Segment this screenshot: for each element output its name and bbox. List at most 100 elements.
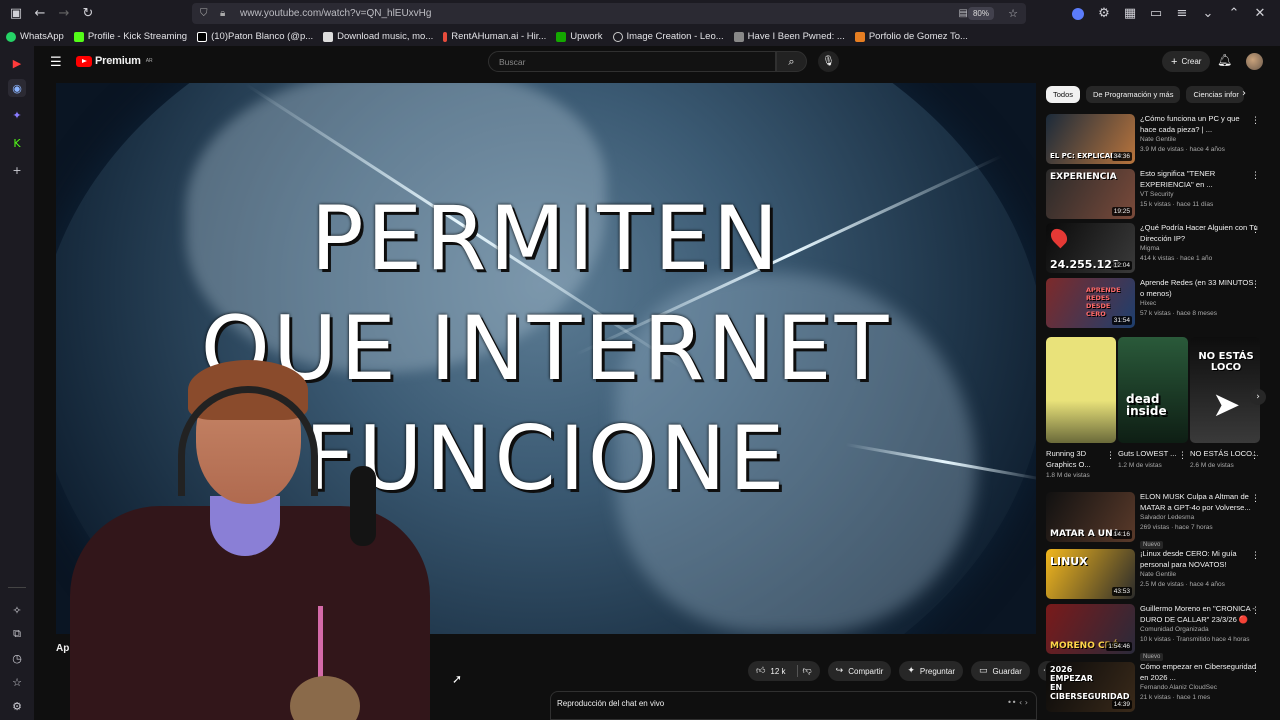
zoom-level[interactable]: 80% <box>967 7 994 20</box>
more-vert-icon[interactable]: ⋮ <box>1106 451 1115 461</box>
video-title[interactable]: Esto significa "TENER EXPERIENCIA" en ..… <box>1140 169 1258 190</box>
back-icon[interactable]: ← <box>28 2 52 26</box>
bookmark-item[interactable]: Download music, mo... <box>323 31 433 42</box>
video-title[interactable]: ¿Cómo funciona un PC y que hace cada pie… <box>1140 114 1258 135</box>
more-vert-icon[interactable]: ⋮ <box>1251 551 1260 561</box>
more-vert-icon[interactable]: ⋮ <box>1251 116 1260 126</box>
channel-name[interactable]: VT Security <box>1140 190 1258 200</box>
list-item[interactable]: MORENO CRÓ 1:54:46 Guillermo Moreno en "… <box>1046 604 1260 661</box>
screenshot-icon[interactable]: ▭ <box>1144 2 1168 26</box>
thumbnail-text: EXPERIENCIA <box>1050 172 1117 182</box>
more-vert-icon[interactable]: ⋮ <box>1251 280 1260 290</box>
bookmark-item[interactable]: Profile - Kick Streaming <box>73 31 187 42</box>
add-icon[interactable]: + <box>8 161 26 179</box>
video-thumbnail[interactable]: LINUX 43:53 <box>1046 549 1135 599</box>
chip-programming[interactable]: De Programación y más <box>1086 86 1181 103</box>
short-thumbnail[interactable]: dead inside <box>1118 337 1188 443</box>
list-item[interactable]: 24.255.128 12:04 ¿Qué Podría Hacer Algui… <box>1046 223 1260 275</box>
more-vert-icon[interactable]: ⋮ <box>1251 225 1260 235</box>
bookmark-item[interactable]: Upwork <box>556 31 603 42</box>
active-tab-icon[interactable]: ◉ <box>8 79 26 97</box>
lock-icon[interactable]: 🔒︎ <box>220 8 234 19</box>
more-vert-icon[interactable]: ⋮ <box>1251 494 1260 504</box>
extension-icon[interactable]: ✦ <box>8 106 26 124</box>
bookmark-item[interactable]: WhatsApp <box>6 31 64 42</box>
video-thumbnail[interactable]: MATAR A UNA 14:16 <box>1046 492 1135 542</box>
reload-icon[interactable]: ↻ <box>76 2 100 26</box>
hamburger-icon[interactable]: ☰ <box>50 55 62 70</box>
profile-icon[interactable] <box>1066 2 1090 26</box>
list-item[interactable]: 2026 EMPEZAR EN CIBERSEGURIDAD 14:39 Cóm… <box>1046 662 1260 714</box>
forward-icon[interactable]: → <box>52 2 76 26</box>
video-title[interactable]: ELON MUSK Culpa a Altman de MATAR a GPT-… <box>1140 492 1258 513</box>
share-button[interactable]: ↪ Compartir <box>827 661 892 681</box>
chevron-right-icon[interactable]: › <box>1242 88 1246 99</box>
video-title[interactable]: ¡Linux desde CERO: Mi guía personal para… <box>1140 549 1258 570</box>
video-thumbnail[interactable]: 2026 EMPEZAR EN CIBERSEGURIDAD 14:39 <box>1046 662 1135 712</box>
menu-icon[interactable]: ≡ <box>1170 2 1194 26</box>
chat-replay-panel[interactable]: Reproducción del chat en vivo •• ‹ › <box>550 691 1037 720</box>
kick-sidebar-icon[interactable]: K <box>8 134 26 152</box>
video-title[interactable]: ¿Qué Podría Hacer Alguien con Tu Direcci… <box>1140 223 1258 244</box>
video-title[interactable]: Aprende Redes (en 33 MINUTOS o menos) <box>1140 278 1258 299</box>
channel-name[interactable]: Salvador Ledesma <box>1140 513 1258 523</box>
bookmark-item[interactable]: Image Creation - Leo... <box>612 31 724 42</box>
shorts-next-icon[interactable]: › <box>1250 389 1266 405</box>
avatar[interactable] <box>1246 53 1263 70</box>
video-thumbnail[interactable]: 24.255.128 12:04 <box>1046 223 1135 273</box>
save-icon: ▭ <box>979 666 988 676</box>
minimize-icon[interactable]: ⌄ <box>1196 2 1220 26</box>
youtube-icon[interactable]: ▶ <box>8 54 26 72</box>
video-thumbnail[interactable]: APRENDE REDES DESDE CERO 31:54 <box>1046 278 1135 328</box>
chip-science[interactable]: Ciencias infor <box>1186 86 1245 103</box>
list-item[interactable]: EL PC: EXPLICADO 34:36 ¿Cómo funciona un… <box>1046 114 1260 166</box>
more-vert-icon[interactable]: ⋮ <box>1250 451 1259 461</box>
maximize-icon[interactable]: ⌃ <box>1222 2 1246 26</box>
search-input[interactable]: Buscar <box>488 51 776 72</box>
shield-icon[interactable]: ⛉ <box>200 8 214 19</box>
extensions-icon[interactable]: ⚙ <box>1092 2 1116 26</box>
more-vert-icon[interactable]: ⋮ <box>1251 664 1260 674</box>
chip-all[interactable]: Todos <box>1046 86 1081 103</box>
more-vert-icon[interactable]: ⋮ <box>1251 171 1260 181</box>
chat-controls[interactable]: •• ‹ › <box>1007 698 1028 707</box>
short-thumbnail[interactable] <box>1046 337 1116 443</box>
channel-name[interactable]: Hixec <box>1140 299 1258 309</box>
channel-name[interactable]: Nate Gentile <box>1140 570 1258 580</box>
thumbs-down-icon[interactable]: 👎︎ <box>803 666 812 676</box>
channel-name[interactable]: Migma <box>1140 244 1258 254</box>
video-thumbnail[interactable]: MORENO CRÓ 1:54:46 <box>1046 604 1135 654</box>
like-button[interactable]: 👍︎ 12 k 👎︎ <box>748 661 820 681</box>
list-item[interactable]: EXPERIENCIA 19:25 Esto significa "TENER … <box>1046 169 1260 221</box>
address-bar[interactable]: ⛉ 🔒︎ www.youtube.com/watch?v=QN_hlEUxvHg… <box>192 3 1026 24</box>
list-item[interactable]: MATAR A UNA 14:16 ELON MUSK Culpa a Altm… <box>1046 492 1260 549</box>
sidebar-toggle-icon[interactable]: ▣ <box>4 2 28 26</box>
video-title[interactable]: Guillermo Moreno en "CRONICA - DURO DE C… <box>1140 604 1258 625</box>
containers-icon[interactable]: ▦ <box>1118 2 1142 26</box>
list-item[interactable]: LINUX 43:53 ¡Linux desde CERO: Mi guía p… <box>1046 549 1260 601</box>
channel-name[interactable]: Nate Gentile <box>1140 135 1258 145</box>
bookmark-item[interactable]: Porfolio de Gomez To... <box>854 31 968 42</box>
close-icon[interactable]: ✕ <box>1248 2 1272 26</box>
youtube-logo[interactable]: Premium AR <box>76 55 153 67</box>
video-thumbnail[interactable]: EXPERIENCIA 19:25 <box>1046 169 1135 219</box>
ask-button[interactable]: ✦ Preguntar <box>899 661 964 681</box>
video-title[interactable]: Cómo empezar en Ciberseguridad en 2026 .… <box>1140 662 1258 683</box>
list-item[interactable]: APRENDE REDES DESDE CERO 31:54 Aprende R… <box>1046 278 1260 330</box>
create-button[interactable]: + Crear <box>1162 51 1211 72</box>
channel-name[interactable]: Fernando Alaniz CloudSec <box>1140 683 1258 693</box>
short-thumbnail[interactable]: NO ESTÁS LOCO ➤ <box>1190 337 1260 443</box>
notifications-bell-icon[interactable]: 🔔︎ <box>1217 53 1232 67</box>
mic-icon[interactable]: 🎙︎ <box>818 51 839 72</box>
bookmark-item[interactable]: Have I Been Pwned: ... <box>733 31 845 42</box>
more-vert-icon[interactable]: ⋮ <box>1178 451 1187 461</box>
search-icon[interactable]: ⌕ <box>776 51 807 72</box>
bookmark-star-icon[interactable]: ☆ <box>1008 7 1018 20</box>
channel-name[interactable]: Comunidad Organizada <box>1140 625 1258 635</box>
video-thumbnail[interactable]: EL PC: EXPLICADO 34:36 <box>1046 114 1135 164</box>
reader-icon[interactable]: ▤ <box>959 8 968 19</box>
save-button[interactable]: ▭ Guardar <box>971 661 1030 681</box>
bookmark-item[interactable]: RentAHuman.ai - Hir... <box>443 31 546 42</box>
more-vert-icon[interactable]: ⋮ <box>1251 606 1260 616</box>
bookmark-item[interactable]: (10)Paton Blanco (@p... <box>197 31 313 42</box>
